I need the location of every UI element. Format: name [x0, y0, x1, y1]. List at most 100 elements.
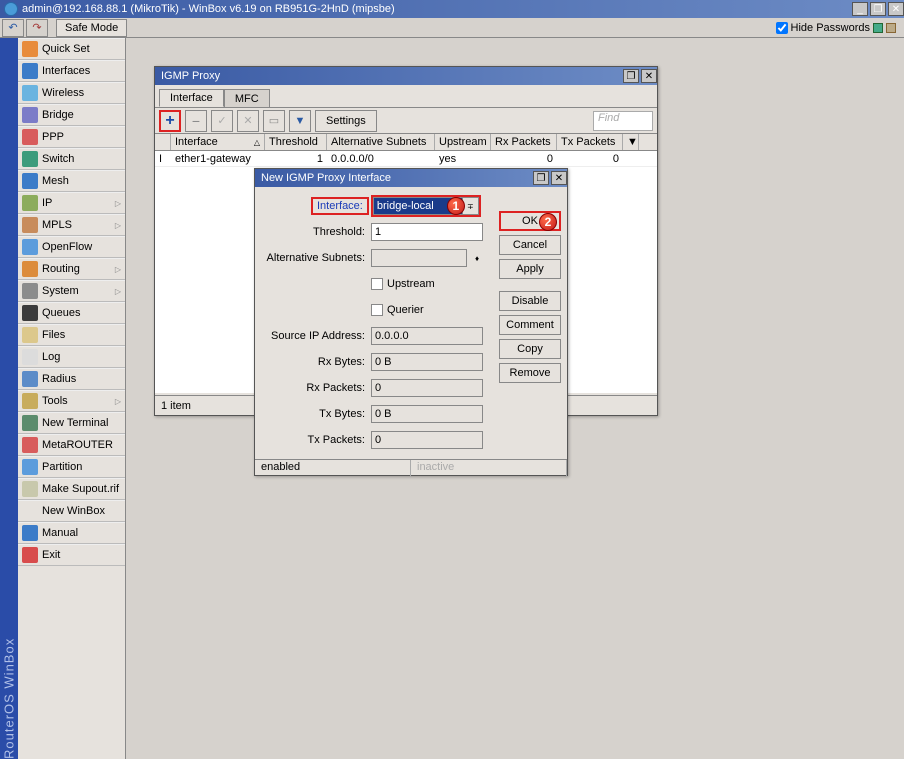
col-interface[interactable]: Interface△ [171, 134, 265, 150]
col-flag[interactable] [155, 134, 171, 150]
new-iface-restore-button[interactable]: ❐ [533, 171, 549, 185]
label-alt: Alternative Subnets: [261, 252, 371, 264]
mesh-icon [22, 173, 38, 189]
log-icon [22, 349, 38, 365]
upstream-checkbox[interactable] [371, 278, 383, 290]
redo-button[interactable]: ↷ [26, 19, 48, 37]
igmp-item-count: 1 item [161, 400, 191, 412]
sidebar-item-label: MPLS [42, 219, 72, 231]
filter-button[interactable]: ▼ [289, 110, 311, 132]
maximize-button[interactable]: ❐ [870, 2, 886, 16]
sidebar-item-exit[interactable]: Exit [18, 544, 125, 566]
col-more[interactable]: ▼ [623, 134, 639, 150]
sidebar-item-make-supout-rif[interactable]: Make Supout.rif [18, 478, 125, 500]
igmp-restore-button[interactable]: ❐ [623, 69, 639, 83]
marker-2: 2 [539, 213, 557, 231]
safe-mode-button[interactable]: Safe Mode [56, 19, 127, 37]
comment-button[interactable]: Comment [499, 315, 561, 335]
sidebar-item-label: Queues [42, 307, 81, 319]
submenu-arrow-icon: ▷ [115, 287, 121, 296]
branding-strip: RouterOS WinBox [0, 38, 18, 759]
remove-button[interactable]: − [185, 110, 207, 132]
new-iface-close-button[interactable]: ✕ [551, 171, 567, 185]
col-upstream[interactable]: Upstream [435, 134, 491, 150]
new-iface-titlebar[interactable]: New IGMP Proxy Interface ❐ ✕ [255, 169, 567, 187]
enable-button[interactable]: ✓ [211, 110, 233, 132]
col-rx[interactable]: Rx Packets [491, 134, 557, 150]
bridge-icon [22, 107, 38, 123]
sidebar-item-label: Routing [42, 263, 80, 275]
sidebar-item-wireless[interactable]: Wireless [18, 82, 125, 104]
col-alt[interactable]: Alternative Subnets [327, 134, 435, 150]
sidebar-item-label: Switch [42, 153, 74, 165]
sidebar-item-new-winbox[interactable]: New WinBox [18, 500, 125, 522]
comment-button[interactable]: ▭ [263, 110, 285, 132]
minimize-button[interactable]: _ [852, 2, 868, 16]
sidebar-item-ip[interactable]: IP▷ [18, 192, 125, 214]
sidebar-item-log[interactable]: Log [18, 346, 125, 368]
sidebar-item-openflow[interactable]: OpenFlow [18, 236, 125, 258]
disable-button[interactable]: ✕ [237, 110, 259, 132]
igmp-window-titlebar[interactable]: IGMP Proxy ❐ ✕ [155, 67, 657, 85]
close-button[interactable]: ✕ [888, 2, 904, 16]
sidebar-item-new-terminal[interactable]: New Terminal [18, 412, 125, 434]
alt-subnets-updown[interactable]: ♦ [469, 249, 485, 267]
rx-bytes-field: 0 B [371, 353, 483, 371]
new-iface-title: New IGMP Proxy Interface [261, 172, 531, 184]
quick-set-icon [22, 41, 38, 57]
find-input[interactable]: Find [593, 111, 653, 131]
table-row[interactable]: I ether1-gateway 1 0.0.0.0/0 yes 0 0 [155, 151, 657, 167]
ok-button[interactable]: OK 2 [499, 211, 561, 231]
sidebar-item-switch[interactable]: Switch [18, 148, 125, 170]
routing-icon [22, 261, 38, 277]
hide-passwords-checkbox[interactable] [776, 22, 788, 34]
partition-icon [22, 459, 38, 475]
alt-subnets-input[interactable] [371, 249, 467, 267]
sidebar-item-bridge[interactable]: Bridge [18, 104, 125, 126]
sidebar-item-metarouter[interactable]: MetaROUTER [18, 434, 125, 456]
disable-button[interactable]: Disable [499, 291, 561, 311]
sidebar-item-ppp[interactable]: PPP [18, 126, 125, 148]
sidebar-item-partition[interactable]: Partition [18, 456, 125, 478]
sidebar-item-routing[interactable]: Routing▷ [18, 258, 125, 280]
add-button[interactable]: + [159, 110, 181, 132]
sidebar-item-radius[interactable]: Radius [18, 368, 125, 390]
undo-button[interactable]: ↶ [2, 19, 24, 37]
igmp-close-button[interactable]: ✕ [641, 69, 657, 83]
copy-button[interactable]: Copy [499, 339, 561, 359]
sidebar-item-label: PPP [42, 131, 64, 143]
label-rxb: Rx Bytes: [261, 356, 371, 368]
sidebar-item-mpls[interactable]: MPLS▷ [18, 214, 125, 236]
exit-icon [22, 547, 38, 563]
sidebar-item-mesh[interactable]: Mesh [18, 170, 125, 192]
make-supout-rif-icon [22, 481, 38, 497]
querier-checkbox[interactable] [371, 304, 383, 316]
tab-mfc[interactable]: MFC [224, 89, 270, 107]
apply-button[interactable]: Apply [499, 259, 561, 279]
sidebar-item-quick-set[interactable]: Quick Set [18, 38, 125, 60]
threshold-input[interactable]: 1 [371, 223, 483, 241]
sidebar-item-queues[interactable]: Queues [18, 302, 125, 324]
sidebar-item-manual[interactable]: Manual [18, 522, 125, 544]
status-box-icon [886, 23, 896, 33]
col-tx[interactable]: Tx Packets [557, 134, 623, 150]
switch-icon [22, 151, 38, 167]
remove-button[interactable]: Remove [499, 363, 561, 383]
cancel-button[interactable]: Cancel [499, 235, 561, 255]
hide-passwords-toggle[interactable]: Hide Passwords [776, 22, 896, 34]
settings-button[interactable]: Settings [315, 110, 377, 132]
sidebar-item-files[interactable]: Files [18, 324, 125, 346]
interface-dropdown-button[interactable]: ∓ [463, 197, 479, 215]
sidebar-item-label: Partition [42, 461, 82, 473]
igmp-toolbar: + − ✓ ✕ ▭ ▼ Settings Find [155, 107, 657, 133]
tab-interface[interactable]: Interface [159, 89, 224, 107]
sidebar-item-interfaces[interactable]: Interfaces [18, 60, 125, 82]
sidebar-item-tools[interactable]: Tools▷ [18, 390, 125, 412]
sidebar-item-label: Tools [42, 395, 68, 407]
sidebar-item-system[interactable]: System ▷ [18, 280, 125, 302]
label-upstream: Upstream [387, 278, 435, 290]
queues-icon [22, 305, 38, 321]
sidebar-item-label: System [42, 285, 79, 297]
col-threshold[interactable]: Threshold [265, 134, 327, 150]
sidebar-menu: Quick SetInterfacesWirelessBridge PPP Swit… [18, 38, 126, 759]
